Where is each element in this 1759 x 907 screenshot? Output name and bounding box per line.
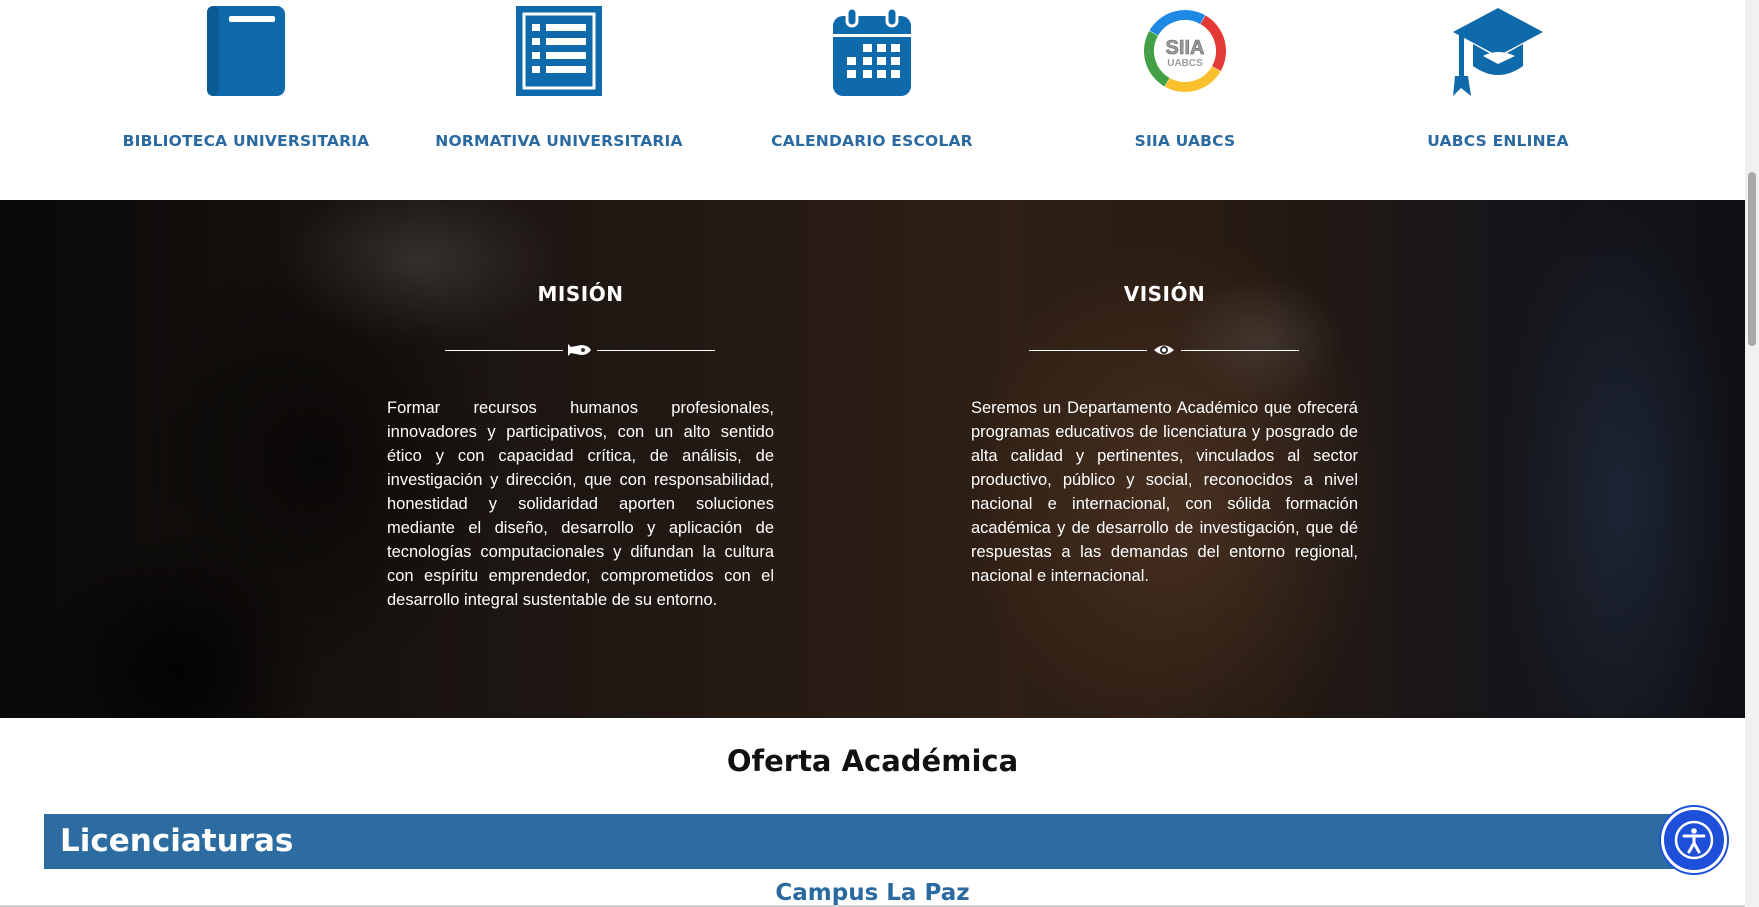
scrollbar-thumb[interactable] xyxy=(1748,172,1756,346)
quick-link-label: NORMATIVA UNIVERSITARIA xyxy=(435,132,683,150)
quick-link-label: UABCS ENLINEA xyxy=(1427,132,1569,150)
quick-link-siia[interactable]: SIIA UABCS SIIA UABCS xyxy=(1035,0,1335,150)
list-document-icon xyxy=(516,6,602,96)
vision-title: VISIÓN xyxy=(1123,282,1206,306)
vision-divider xyxy=(1029,342,1299,358)
mision-title: MISIÓN xyxy=(537,282,624,306)
quick-link-enlinea[interactable]: UABCS ENLINEA xyxy=(1348,0,1648,150)
campus-title: Campus La Paz xyxy=(775,880,970,906)
accessibility-icon xyxy=(1674,820,1714,860)
mision-divider xyxy=(445,342,715,358)
quick-link-label: SIIA UABCS xyxy=(1134,132,1236,150)
mission-vision-section: MISIÓN Formar recursos humanos profesion… xyxy=(0,200,1745,718)
licenciaturas-label: Licenciaturas xyxy=(60,823,294,859)
page-scrollbar[interactable] xyxy=(1745,0,1759,907)
calendar-icon xyxy=(833,6,911,96)
rocket-icon xyxy=(568,344,591,356)
siia-logo: SIIA UABCS xyxy=(1144,10,1226,92)
oferta-title: Oferta Académica xyxy=(726,744,1019,778)
quick-link-normativa[interactable]: NORMATIVA UNIVERSITARIA xyxy=(409,0,709,150)
quick-link-calendario[interactable]: CALENDARIO ESCOLAR xyxy=(722,0,1022,150)
svg-text:UABCS: UABCS xyxy=(1167,58,1203,69)
quick-link-label: CALENDARIO ESCOLAR xyxy=(771,132,973,150)
vision-text: Seremos un Departamento Académico que of… xyxy=(971,399,1358,585)
licenciaturas-header[interactable]: Licenciaturas xyxy=(44,814,1708,869)
accessibility-button[interactable] xyxy=(1661,807,1727,873)
svg-text:SIIA: SIIA xyxy=(1166,37,1205,59)
quick-link-biblioteca[interactable]: BIBLIOTECA UNIVERSITARIA xyxy=(96,0,396,150)
eye-icon xyxy=(1154,345,1174,355)
graduation-cap-icon xyxy=(1453,8,1543,96)
background-overlay xyxy=(0,200,1745,718)
book-icon xyxy=(207,6,285,96)
quick-links: BIBLIOTECA UNIVERSITARIA NORMATIVA UNIVE… xyxy=(0,0,1745,200)
quick-link-label: BIBLIOTECA UNIVERSITARIA xyxy=(122,132,370,150)
mision-text: Formar recursos humanos profesionales, i… xyxy=(387,399,774,609)
